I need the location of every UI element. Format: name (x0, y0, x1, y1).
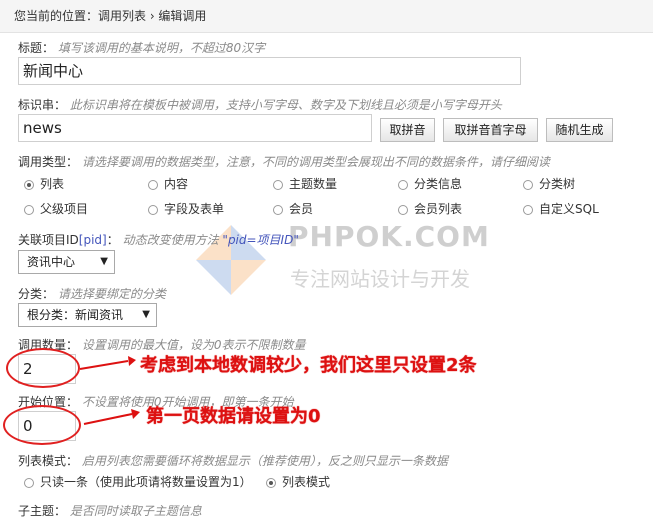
category-select[interactable]: 根分类：新闻资讯 ▼ (18, 303, 157, 327)
identifier-label: 标识串： (18, 98, 67, 112)
radio-icon (398, 205, 408, 215)
phpok-logo-watermark (196, 225, 266, 295)
arrow-icon (83, 409, 140, 425)
list-mode-label-row: 列表模式： 启用列表您需要循环将数据显示（推荐使用），反之则只显示一条数据 (18, 452, 448, 469)
highlight-ellipse (6, 348, 80, 388)
list-mode-option-single[interactable]: 只读一条（使用此项请将数量设置为1） (24, 475, 252, 489)
radio-icon (148, 205, 158, 215)
identifier-input[interactable]: news (18, 114, 372, 142)
identifier-label-row: 标识串： 此标识串将在模板中被调用，支持小写字母、数字及下划线且必须是小写字母开… (18, 96, 502, 113)
pinyin-initials-button[interactable]: 取拼音首字母 (443, 118, 538, 142)
radio-selected-icon (24, 180, 34, 190)
type-option-member[interactable]: 会员 (273, 202, 313, 216)
chevron-down-icon: ▼ (100, 256, 108, 267)
count-annotation: 考虑到本地数调较少，我们这里只设置2条 (140, 355, 477, 376)
title-hint: 填写该调用的基本说明，不超过80汉字 (57, 41, 266, 55)
arrow-icon (79, 356, 136, 370)
title-input[interactable]: 新闻中心 (18, 57, 521, 85)
watermark-brand: PHPOK.COM (288, 220, 490, 253)
project-hint: 动态改变使用方法 (122, 233, 219, 247)
list-mode-label: 列表模式： (18, 454, 79, 468)
type-option-member-list[interactable]: 会员列表 (398, 202, 462, 216)
type-label: 调用类型： (18, 155, 79, 169)
category-label: 分类： (18, 287, 55, 301)
radio-icon (398, 180, 408, 190)
radio-icon (273, 205, 283, 215)
random-generate-button[interactable]: 随机生成 (546, 118, 613, 142)
category-label-row: 分类： 请选择要绑定的分类 (18, 285, 166, 302)
list-mode-hint: 启用列表您需要循环将数据显示（推荐使用），反之则只显示一条数据 (81, 454, 448, 468)
project-label-row: 关联项目ID[pid]： 动态改变使用方法 "pid=项目ID" (18, 233, 299, 247)
radio-icon (148, 180, 158, 190)
project-label: 关联项目ID (18, 233, 79, 247)
radio-icon (24, 478, 34, 488)
sub-topic-label: 子主题： (18, 504, 67, 518)
radio-icon (24, 205, 34, 215)
breadcrumb: 您当前的位置：调用列表 › 编辑调用 (0, 0, 653, 33)
radio-icon (273, 180, 283, 190)
project-select[interactable]: 资讯中心 ▼ (18, 250, 115, 274)
radio-icon (523, 205, 533, 215)
type-option-category-info[interactable]: 分类信息 (398, 177, 462, 191)
radio-selected-icon (266, 478, 276, 488)
title-label-row: 标题： 填写该调用的基本说明，不超过80汉字 (18, 39, 265, 56)
type-option-topic-count[interactable]: 主题数量 (273, 177, 337, 191)
type-option-parent-project[interactable]: 父级项目 (24, 202, 88, 216)
list-mode-option-list[interactable]: 列表模式 (266, 475, 330, 489)
type-hint: 请选择要调用的数据类型，注意，不同的调用类型会展现出不同的数据条件，请仔细阅读 (81, 155, 550, 169)
type-option-content[interactable]: 内容 (148, 177, 188, 191)
category-hint: 请选择要绑定的分类 (57, 287, 166, 301)
watermark-slogan: 专注网站设计与开发 (290, 267, 470, 291)
title-label: 标题： (18, 41, 55, 55)
project-pid-tag: [pid] (78, 233, 107, 247)
type-label-row: 调用类型： 请选择要调用的数据类型，注意，不同的调用类型会展现出不同的数据条件，… (18, 153, 550, 170)
offset-annotation: 第一页数据请设置为0 (146, 406, 321, 427)
type-option-custom-sql[interactable]: 自定义SQL (523, 202, 599, 216)
identifier-hint: 此标识串将在模板中被调用，支持小写字母、数字及下划线且必须是小写字母开头 (69, 98, 502, 112)
count-hint: 设置调用的最大值，设为0表示不限制数量 (81, 338, 306, 352)
sub-topic-hint: 是否同时读取子主题信息 (69, 504, 202, 518)
radio-icon (523, 180, 533, 190)
type-option-category-tree[interactable]: 分类树 (523, 177, 575, 191)
chevron-down-icon: ▼ (142, 309, 150, 320)
sub-topic-label-row: 子主题： 是否同时读取子主题信息 (18, 502, 202, 519)
type-option-list[interactable]: 列表 (24, 177, 64, 191)
pinyin-button[interactable]: 取拼音 (380, 118, 435, 142)
highlight-ellipse (3, 405, 81, 445)
project-hint-code: "pid=项目ID" (222, 233, 299, 247)
type-option-fields-forms[interactable]: 字段及表单 (148, 202, 224, 216)
